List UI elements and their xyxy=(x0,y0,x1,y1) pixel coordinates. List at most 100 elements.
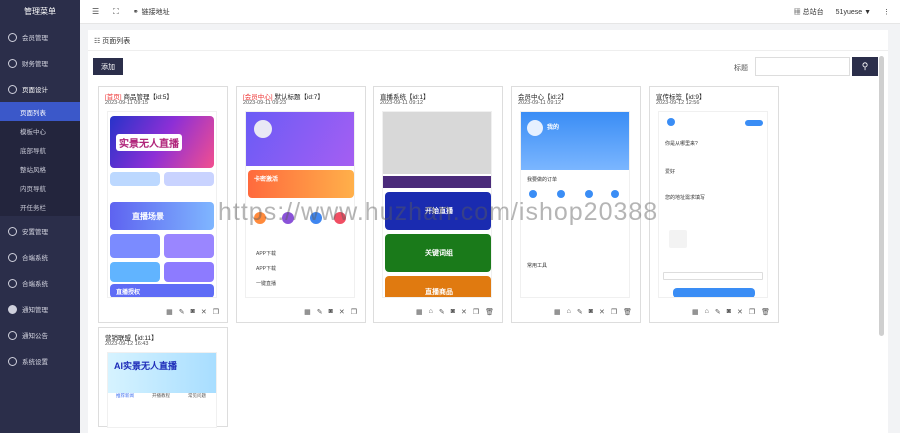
link-address-button[interactable]: ⚭ 链接地址 xyxy=(133,7,170,17)
fullscreen-icon[interactable]: ⛶ xyxy=(113,7,119,17)
card-date: 2023-09-12 16:43 xyxy=(105,341,149,347)
sidebar-sub-bottom-nav[interactable]: 底部导航 xyxy=(0,140,80,159)
gear-icon xyxy=(8,356,17,366)
sidebar-item-settings[interactable]: 系统设置 xyxy=(0,348,80,374)
sidebar-item-label: 通知管理 xyxy=(22,307,48,314)
delete-icon[interactable]: ✕ xyxy=(461,308,467,316)
card-actions: ▦ ⌂ ✎ ◙ ✕ ❐ 🗑 xyxy=(554,308,632,316)
trash-icon[interactable]: 🗑 xyxy=(761,308,770,316)
sidebar-item-page-design[interactable]: 页面设计 xyxy=(0,76,80,102)
box-icon xyxy=(8,226,17,236)
edit-icon[interactable]: ✎ xyxy=(439,308,445,316)
copy-icon[interactable]: ❐ xyxy=(749,308,755,316)
bell-icon xyxy=(8,330,17,340)
sidebar-item-notify-manage[interactable]: 通知管理 xyxy=(0,296,80,322)
page-card[interactable]: [首页] 商品管理【id:5】 2023-09-11 09:15 实景无人直播 … xyxy=(98,86,228,323)
card-actions: ▦ ⌂ ✎ ◙ ✕ ❐ 🗑 xyxy=(692,308,770,316)
sidebar-item-announcements[interactable]: 通知公告 xyxy=(0,322,80,348)
qrcode-icon[interactable]: ▦ xyxy=(304,308,311,316)
edit-icon[interactable]: ✎ xyxy=(317,308,323,316)
qrcode-icon[interactable]: ▦ xyxy=(692,308,699,316)
home-label: 总站台 xyxy=(802,9,824,16)
link-icon: ⚭ xyxy=(132,8,139,16)
trash-icon[interactable]: 🗑 xyxy=(485,308,494,316)
card-preview: 你是从哪里来? 爱好 您的地址需求填写 xyxy=(658,111,768,298)
edit-icon[interactable]: ✎ xyxy=(577,308,583,316)
wallet-icon xyxy=(8,58,17,68)
sidebar-sub-inner-nav[interactable]: 内页导航 xyxy=(0,178,80,197)
camera-icon[interactable]: ◙ xyxy=(451,308,455,316)
camera-icon[interactable]: ◙ xyxy=(727,308,731,316)
page-icon xyxy=(8,84,17,94)
more-icon[interactable]: ⋮ xyxy=(883,8,890,16)
card-date: 2023-09-11 09:23 xyxy=(243,100,287,106)
sidebar-sub-template[interactable]: 模板中心 xyxy=(0,121,80,140)
card-actions: ▦ ⌂ ✎ ◙ ✕ ❐ 🗑 xyxy=(416,308,494,316)
copy-icon[interactable]: ❐ xyxy=(213,308,219,316)
card-date: 2023-09-12 12:56 xyxy=(656,100,700,106)
sidebar-item-label: 系统设置 xyxy=(22,359,48,366)
search-icon: ⚲ xyxy=(861,61,869,71)
sidebar-item-label: 合端系统 xyxy=(22,281,48,288)
card-preview: 实景无人直播 直播场景 直播授权 xyxy=(107,111,217,298)
sidebar: 管理菜单 会员管理 财务管理 页面设计 页面列表 模板中心 底部导航 整站风格 … xyxy=(0,0,80,433)
home-icon[interactable]: ⌂ xyxy=(429,308,433,316)
card-actions: ▦ ✎ ◙ ✕ ❐ xyxy=(304,308,357,316)
home-icon[interactable]: ⌂ xyxy=(705,308,709,316)
card-date: 2023-09-11 09:15 xyxy=(105,100,149,106)
sidebar-title: 管理菜单 xyxy=(24,7,56,16)
page-card[interactable]: 营销联盟【id:11】 2023-09-12 16:43 AI实景无人直播 推荐… xyxy=(98,327,228,428)
sidebar-sub-style[interactable]: 整站风格 xyxy=(0,159,80,178)
home-icon: ▦ xyxy=(793,9,803,16)
add-button[interactable]: 添加 xyxy=(93,58,123,75)
topbar: ☰ ⛶ ⚭ 链接地址 ▦ 总站台 51yuese ▼ ⋮ xyxy=(80,0,900,24)
copy-icon[interactable]: ❐ xyxy=(351,308,357,316)
edit-icon[interactable]: ✎ xyxy=(715,308,721,316)
link-address-label: 链接地址 xyxy=(141,8,170,16)
qrcode-icon[interactable]: ▦ xyxy=(166,308,173,316)
menu-toggle-icon[interactable]: ☰ xyxy=(92,7,99,16)
copy-icon[interactable]: ❐ xyxy=(473,308,479,316)
card-preview: AI实景无人直播 推荐新闻 开播教程 常见问题 xyxy=(107,352,217,428)
search-label: 标题 xyxy=(734,65,748,72)
user-icon xyxy=(8,32,17,42)
card-actions: ▦ ✎ ◙ ✕ ❐ xyxy=(166,308,219,316)
sidebar-sub-page-list[interactable]: 页面列表 xyxy=(0,102,80,121)
sidebar-item-client-2[interactable]: 合端系统 xyxy=(0,270,80,296)
list-icon: ☷ xyxy=(94,38,103,45)
sidebar-item-label: 通知公告 xyxy=(22,333,48,340)
card-date: 2023-09-11 09:12 xyxy=(518,100,562,106)
qrcode-icon[interactable]: ▦ xyxy=(554,308,561,316)
sidebar-sub-taskbar[interactable]: 开任务栏 xyxy=(0,197,80,216)
delete-icon[interactable]: ✕ xyxy=(737,308,743,316)
sidebar-item-client-1[interactable]: 合端系统 xyxy=(0,244,80,270)
page-card[interactable]: 宣传标签【id:9】 2023-09-12 12:56 你是从哪里来? 爱好 您… xyxy=(649,86,779,323)
home-icon[interactable]: ⌂ xyxy=(567,308,571,316)
edit-icon[interactable]: ✎ xyxy=(179,308,185,316)
camera-icon[interactable]: ◙ xyxy=(191,308,195,316)
delete-icon[interactable]: ✕ xyxy=(339,308,345,316)
search-input[interactable] xyxy=(755,57,850,76)
breadcrumb: ☷ 页面列表 xyxy=(94,36,130,46)
sidebar-item-label: 合端系统 xyxy=(22,255,48,262)
copy-icon[interactable]: ❐ xyxy=(611,308,617,316)
qrcode-icon[interactable]: ▦ xyxy=(416,308,423,316)
card-date: 2023-09-11 09:12 xyxy=(380,100,424,106)
divider xyxy=(88,50,888,51)
camera-icon[interactable]: ◙ xyxy=(329,308,333,316)
user-menu[interactable]: 51yuese ▼ xyxy=(836,9,871,16)
sidebar-item-members[interactable]: 会员管理 xyxy=(0,24,80,50)
sidebar-item-label: 安置管理 xyxy=(22,229,48,236)
sidebar-item-placement[interactable]: 安置管理 xyxy=(0,218,80,244)
scrollbar[interactable] xyxy=(879,56,884,336)
main-panel: ☷ 页面列表 添加 标题 ⚲ [首页] 商品管理【id:5】 2023-09-1… xyxy=(88,30,888,433)
search-button[interactable]: ⚲ xyxy=(852,57,878,76)
delete-icon[interactable]: ✕ xyxy=(599,308,605,316)
monitor-icon xyxy=(8,278,17,288)
camera-icon[interactable]: ◙ xyxy=(589,308,593,316)
delete-icon[interactable]: ✕ xyxy=(201,308,207,316)
sidebar-item-finance[interactable]: 财务管理 xyxy=(0,50,80,76)
dot-icon xyxy=(8,304,17,314)
trash-icon[interactable]: 🗑 xyxy=(623,308,632,316)
home-button[interactable]: ▦ 总站台 xyxy=(794,7,824,17)
